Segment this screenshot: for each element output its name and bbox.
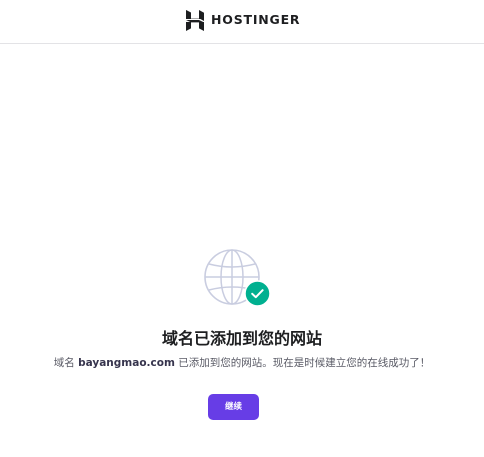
hostinger-logo-icon [186, 9, 204, 31]
success-illustration [203, 248, 271, 308]
brand-name: HOSTINGER [211, 12, 301, 27]
main-content: 域名已添加到您的网站 域名 bayangmao.com 已添加到您的网站。现在是… [0, 248, 484, 448]
check-circle-icon [244, 280, 271, 307]
domain-name: bayangmao.com [78, 357, 175, 369]
success-description: 域名 bayangmao.com 已添加到您的网站。现在是时候建立您的在线成功了… [0, 355, 484, 371]
page: HOSTINGER 域名已添加到您的网站 域名 bayangmao.com 已添… [0, 0, 484, 457]
brand[interactable]: HOSTINGER [186, 9, 300, 31]
continue-button[interactable]: 继续 [208, 394, 259, 420]
page-title: 域名已添加到您的网站 [161, 329, 322, 348]
description-prefix: 域名 [53, 357, 79, 369]
description-suffix: 已添加到您的网站。现在是时候建立您的在线成功了！ [174, 357, 431, 369]
top-bar: HOSTINGER [0, 0, 484, 44]
